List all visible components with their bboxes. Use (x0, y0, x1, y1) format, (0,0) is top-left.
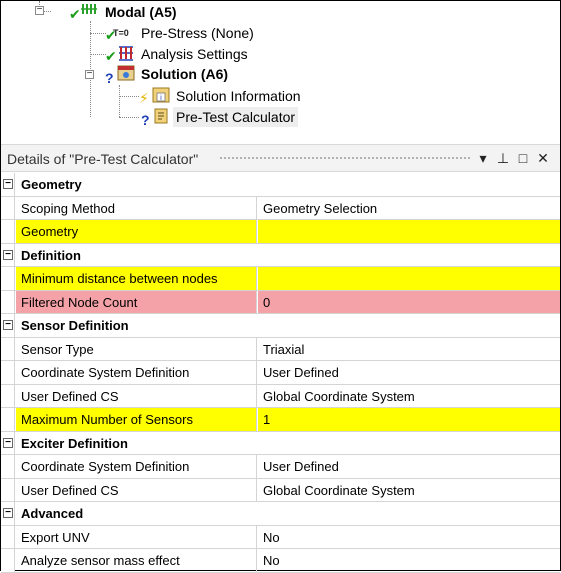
property-name: Maximum Number of Sensors (16, 408, 257, 431)
tree-connector (90, 54, 106, 55)
prestress-icon: T=0 (113, 28, 129, 38)
property-value[interactable]: User Defined (258, 361, 560, 384)
details-panel-header: Details of "Pre-Test Calculator" ▾ ⊥ □ ✕ (1, 144, 560, 172)
property-name: Scoping Method (16, 196, 257, 219)
property-row[interactable]: User Defined CS Global Coordinate System (1, 478, 560, 502)
collapse-toggle-solution[interactable]: − (85, 69, 94, 79)
tree-connector (119, 117, 139, 118)
collapse-section-icon[interactable]: − (3, 249, 13, 260)
section-header[interactable]: − Exciter Definition (1, 431, 560, 455)
solution-icon (117, 65, 135, 81)
gutter (1, 196, 15, 219)
gutter (1, 478, 15, 501)
property-row[interactable]: Coordinate System Definition User Defined (1, 361, 560, 385)
tree-connector (90, 33, 106, 34)
section-header[interactable]: − Sensor Definition (1, 314, 560, 338)
collapse-section-icon[interactable]: − (3, 508, 13, 518)
gutter (1, 525, 15, 548)
property-row[interactable]: Minimum distance between nodes (1, 267, 560, 291)
property-value[interactable]: Global Coordinate System (258, 385, 560, 408)
property-value[interactable]: Triaxial (258, 338, 560, 361)
gutter (1, 290, 15, 313)
property-name: Export UNV (16, 525, 257, 548)
maximize-icon[interactable]: □ (514, 148, 532, 168)
pin-icon[interactable]: ⊥ (494, 148, 512, 168)
section-title: Geometry (16, 173, 560, 196)
pretest-calculator-icon (154, 108, 168, 124)
gutter (1, 455, 15, 478)
tree-item-pretest-calculator[interactable]: Pre-Test Calculator (173, 107, 299, 127)
lightning-icon: ⚡ (139, 90, 149, 106)
section-title: Definition (16, 243, 560, 266)
section-title: Advanced (16, 502, 560, 525)
gutter (1, 549, 15, 572)
property-row[interactable]: Filtered Node Count 0 (1, 290, 560, 314)
tree-item-analysis-settings[interactable]: Analysis Settings (141, 44, 248, 64)
property-name: Coordinate System Definition (16, 361, 257, 384)
property-value[interactable] (258, 267, 560, 290)
svg-text:i: i (160, 94, 162, 102)
property-name: Coordinate System Definition (16, 455, 257, 478)
collapse-section-icon[interactable]: − (3, 179, 13, 189)
property-row[interactable]: Coordinate System Definition User Defined (1, 455, 560, 479)
tree-item-modal[interactable]: Modal (A5) (105, 2, 177, 22)
property-name: Minimum distance between nodes (16, 267, 257, 290)
property-row[interactable]: Scoping Method Geometry Selection (1, 196, 560, 220)
property-value[interactable]: 1 (258, 408, 560, 431)
gutter (1, 267, 15, 290)
analysis-settings-icon (119, 46, 133, 61)
tree-item-prestress[interactable]: Pre-Stress (None) (141, 23, 254, 43)
tree-item-solution-information[interactable]: Solution Information (176, 86, 301, 106)
details-grid: − Geometry Scoping Method Geometry Selectio… (1, 173, 560, 573)
question-mark-icon: ? (141, 112, 150, 128)
property-value[interactable]: No (258, 526, 560, 549)
section-header[interactable]: − Geometry (1, 173, 560, 197)
outline-tree: − ✔ Modal (A5) ✔ T=0 Pre-Stress (None) ✔… (1, 1, 560, 140)
solution-information-icon: i (152, 87, 170, 103)
property-value[interactable]: Global Coordinate System (258, 479, 560, 502)
property-value[interactable]: Geometry Selection (258, 197, 560, 220)
section-title: Exciter Definition (16, 431, 560, 454)
collapse-section-icon[interactable]: − (3, 320, 13, 330)
dropdown-arrow-icon[interactable]: ▾ (474, 148, 492, 168)
gutter (1, 384, 15, 407)
tree-connector (119, 96, 139, 97)
property-row[interactable]: Export UNV No (1, 525, 560, 549)
question-mark-icon: ? (105, 70, 114, 86)
property-name: User Defined CS (16, 478, 257, 501)
section-header[interactable]: − Definition (1, 243, 560, 267)
property-name: Analyze sensor mass effect (16, 549, 257, 572)
property-value[interactable]: No (258, 549, 560, 572)
check-icon: ✔ (105, 48, 117, 64)
gutter (1, 361, 15, 384)
tree-item-solution[interactable]: Solution (A6) (141, 64, 228, 84)
property-row[interactable]: Geometry (1, 220, 560, 244)
gutter (1, 220, 15, 243)
property-row[interactable]: Sensor Type Triaxial (1, 337, 560, 361)
property-row[interactable]: Analyze sensor mass effect No (1, 549, 560, 573)
close-icon[interactable]: ✕ (534, 148, 552, 168)
property-row[interactable]: Maximum Number of Sensors 1 (1, 408, 560, 432)
collapse-section-icon[interactable]: − (3, 437, 13, 448)
property-name: Geometry (16, 220, 257, 243)
property-value[interactable]: User Defined (258, 455, 560, 478)
property-name: User Defined CS (16, 384, 257, 407)
property-name: Filtered Node Count (16, 290, 257, 313)
section-title: Sensor Definition (16, 314, 560, 337)
property-value[interactable] (258, 220, 560, 243)
details-panel-title: Details of "Pre-Test Calculator" (7, 151, 199, 167)
property-value[interactable]: 0 (258, 290, 560, 313)
modal-analysis-icon (81, 2, 97, 16)
gutter (1, 337, 15, 360)
collapse-toggle-modal[interactable]: − (35, 5, 44, 15)
tree-connector (119, 85, 120, 117)
gutter (1, 408, 15, 431)
section-header[interactable]: − Advanced (1, 502, 560, 526)
property-name: Sensor Type (16, 337, 257, 360)
property-row[interactable]: User Defined CS Global Coordinate System (1, 384, 560, 408)
drag-grip[interactable] (219, 156, 471, 161)
